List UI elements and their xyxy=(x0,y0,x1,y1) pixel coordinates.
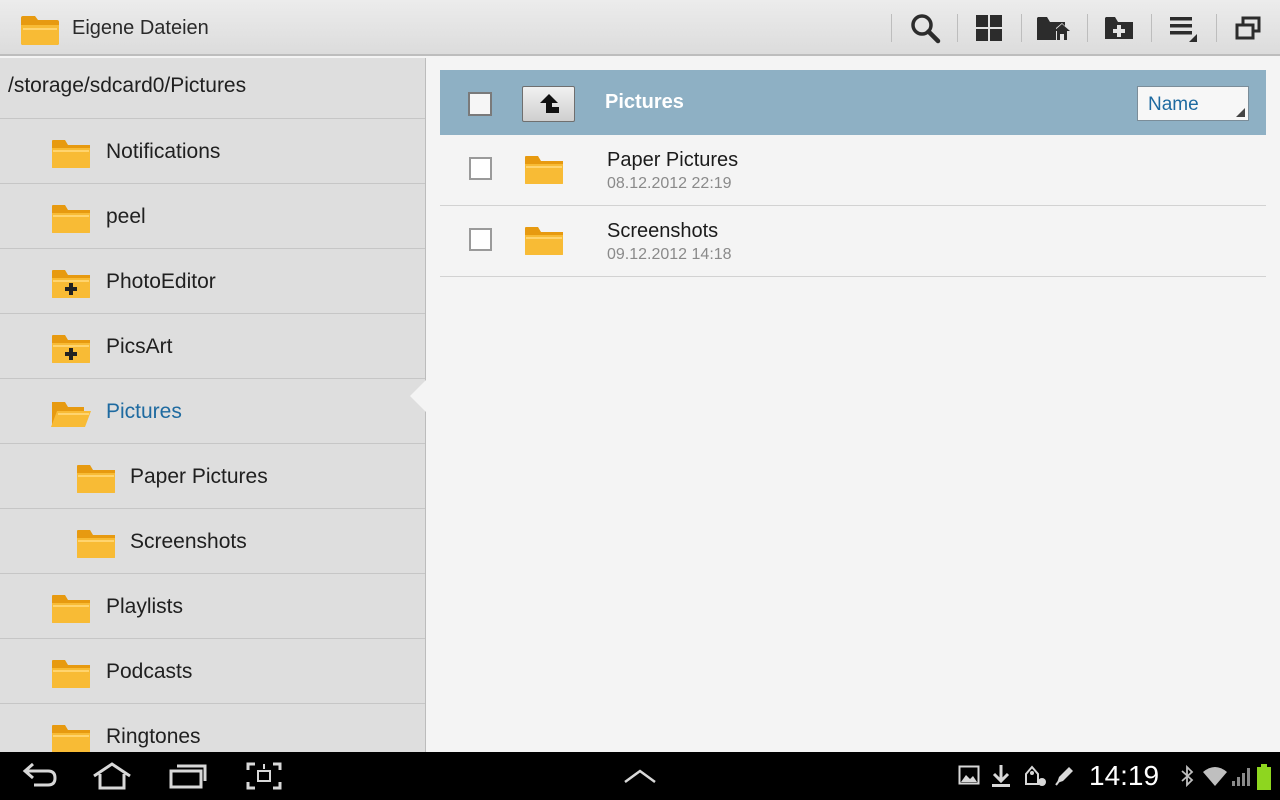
wifi-icon xyxy=(1202,764,1228,793)
bluetooth-icon xyxy=(1180,764,1194,793)
tree-item[interactable]: Podcasts xyxy=(0,638,425,703)
file-date: 09.12.2012 14:18 xyxy=(607,246,732,263)
tree-item[interactable]: Pictures xyxy=(0,378,425,443)
tree-item-label: Paper Pictures xyxy=(130,465,268,488)
select-all-checkbox[interactable] xyxy=(468,92,492,116)
folder-icon xyxy=(524,224,564,261)
folder-icon xyxy=(51,722,91,752)
tree-item[interactable]: Paper Pictures xyxy=(0,443,425,508)
home-icon xyxy=(93,762,131,790)
new-folder-icon xyxy=(1105,17,1133,39)
list-options-icon xyxy=(1170,17,1197,42)
tree-item[interactable]: Screenshots xyxy=(0,508,425,573)
folder-icon xyxy=(76,462,116,499)
search-icon xyxy=(911,14,941,44)
pen-icon[interactable] xyxy=(1054,764,1076,791)
folder-icon xyxy=(51,592,91,629)
recent-apps-icon xyxy=(169,764,207,789)
folder-icon xyxy=(76,527,116,564)
current-folder-title: Pictures xyxy=(605,91,684,113)
recent-apps-button[interactable] xyxy=(162,758,214,794)
up-arrow-icon xyxy=(539,94,559,113)
search-button[interactable] xyxy=(893,0,957,56)
battery-icon xyxy=(1257,764,1271,795)
current-path: /storage/sdcard0/Pictures xyxy=(8,74,247,97)
file-name: Screenshots xyxy=(607,220,719,242)
file-row[interactable]: Paper Pictures 08.12.2012 22:19 xyxy=(440,135,1266,206)
tree-item[interactable]: PhotoEditor xyxy=(0,248,425,313)
new-folder-button[interactable] xyxy=(1087,0,1151,56)
file-row[interactable]: Screenshots 09.12.2012 14:18 xyxy=(440,206,1266,277)
selection-pointer xyxy=(410,379,427,413)
multi-window-icon xyxy=(1235,16,1261,40)
list-header: Pictures Name xyxy=(440,70,1266,135)
up-folder-button[interactable] xyxy=(522,86,575,122)
separator xyxy=(891,14,892,42)
action-bar: Eigene Dateien xyxy=(0,0,1280,56)
row-checkbox[interactable] xyxy=(469,157,492,180)
back-icon xyxy=(22,762,57,787)
tree-item[interactable]: Notifications xyxy=(0,118,425,183)
tree-item-label: Playlists xyxy=(106,595,184,618)
tree-item-label: PicsArt xyxy=(106,335,173,358)
row-checkbox[interactable] xyxy=(469,228,492,251)
app-title: Eigene Dateien xyxy=(72,17,209,39)
folder-icon xyxy=(51,137,91,174)
home-folder-button[interactable] xyxy=(1021,0,1085,56)
multi-window-button[interactable] xyxy=(1216,0,1280,56)
tree-item[interactable]: Ringtones xyxy=(0,703,425,752)
tree-item[interactable]: peel xyxy=(0,183,425,248)
download-icon[interactable] xyxy=(990,764,1012,793)
home-button[interactable] xyxy=(86,758,138,794)
usb-debugging-icon[interactable] xyxy=(1022,764,1048,793)
folder-plus-icon xyxy=(51,267,91,304)
tree-item-label: Ringtones xyxy=(106,725,201,748)
folder-tree: Notifications peel PhotoEditor PicsArt Pictu… xyxy=(0,118,425,752)
back-button[interactable] xyxy=(14,758,66,794)
tree-item[interactable]: PicsArt xyxy=(0,313,425,378)
tree-item-label: Screenshots xyxy=(130,530,247,553)
folder-app-icon[interactable] xyxy=(20,12,60,51)
file-list-panel: Pictures Name Paper Pictures 08.12.2012 2… xyxy=(427,58,1280,752)
folder-icon xyxy=(51,202,91,239)
file-name: Paper Pictures xyxy=(607,149,739,171)
sort-dropdown[interactable]: Name xyxy=(1137,86,1249,121)
tree-item-label: Podcasts xyxy=(106,660,193,683)
folder-icon xyxy=(524,153,564,190)
screenshot-button[interactable] xyxy=(238,758,290,794)
tree-item[interactable]: Playlists xyxy=(0,573,425,638)
sort-label: Name xyxy=(1148,94,1199,115)
gallery-notification-icon[interactable] xyxy=(958,764,980,791)
folder-plus-icon xyxy=(51,332,91,369)
list-options-button[interactable] xyxy=(1151,0,1215,56)
home-folder-icon xyxy=(1037,17,1070,40)
grid-view-icon xyxy=(976,15,1002,41)
dropdown-corner-icon xyxy=(1236,108,1245,117)
system-bar: 14:19 xyxy=(0,752,1280,800)
clock: 14:19 xyxy=(1089,760,1160,791)
folder-tree-panel: /storage/sdcard0/Pictures Notifications p… xyxy=(0,58,426,752)
screen-capture-icon xyxy=(246,762,282,790)
tree-item-label: Pictures xyxy=(106,400,182,423)
tree-item-label: Notifications xyxy=(106,140,221,163)
folder-icon xyxy=(51,657,91,694)
folder-open-icon xyxy=(51,397,91,434)
file-date: 08.12.2012 22:19 xyxy=(607,175,732,192)
chevron-up-icon xyxy=(624,769,656,784)
app-tray-button[interactable] xyxy=(614,758,666,794)
signal-icon xyxy=(1231,764,1251,793)
tree-item-label: PhotoEditor xyxy=(106,270,216,293)
grid-view-button[interactable] xyxy=(957,0,1021,56)
tree-item-label: peel xyxy=(106,205,146,228)
